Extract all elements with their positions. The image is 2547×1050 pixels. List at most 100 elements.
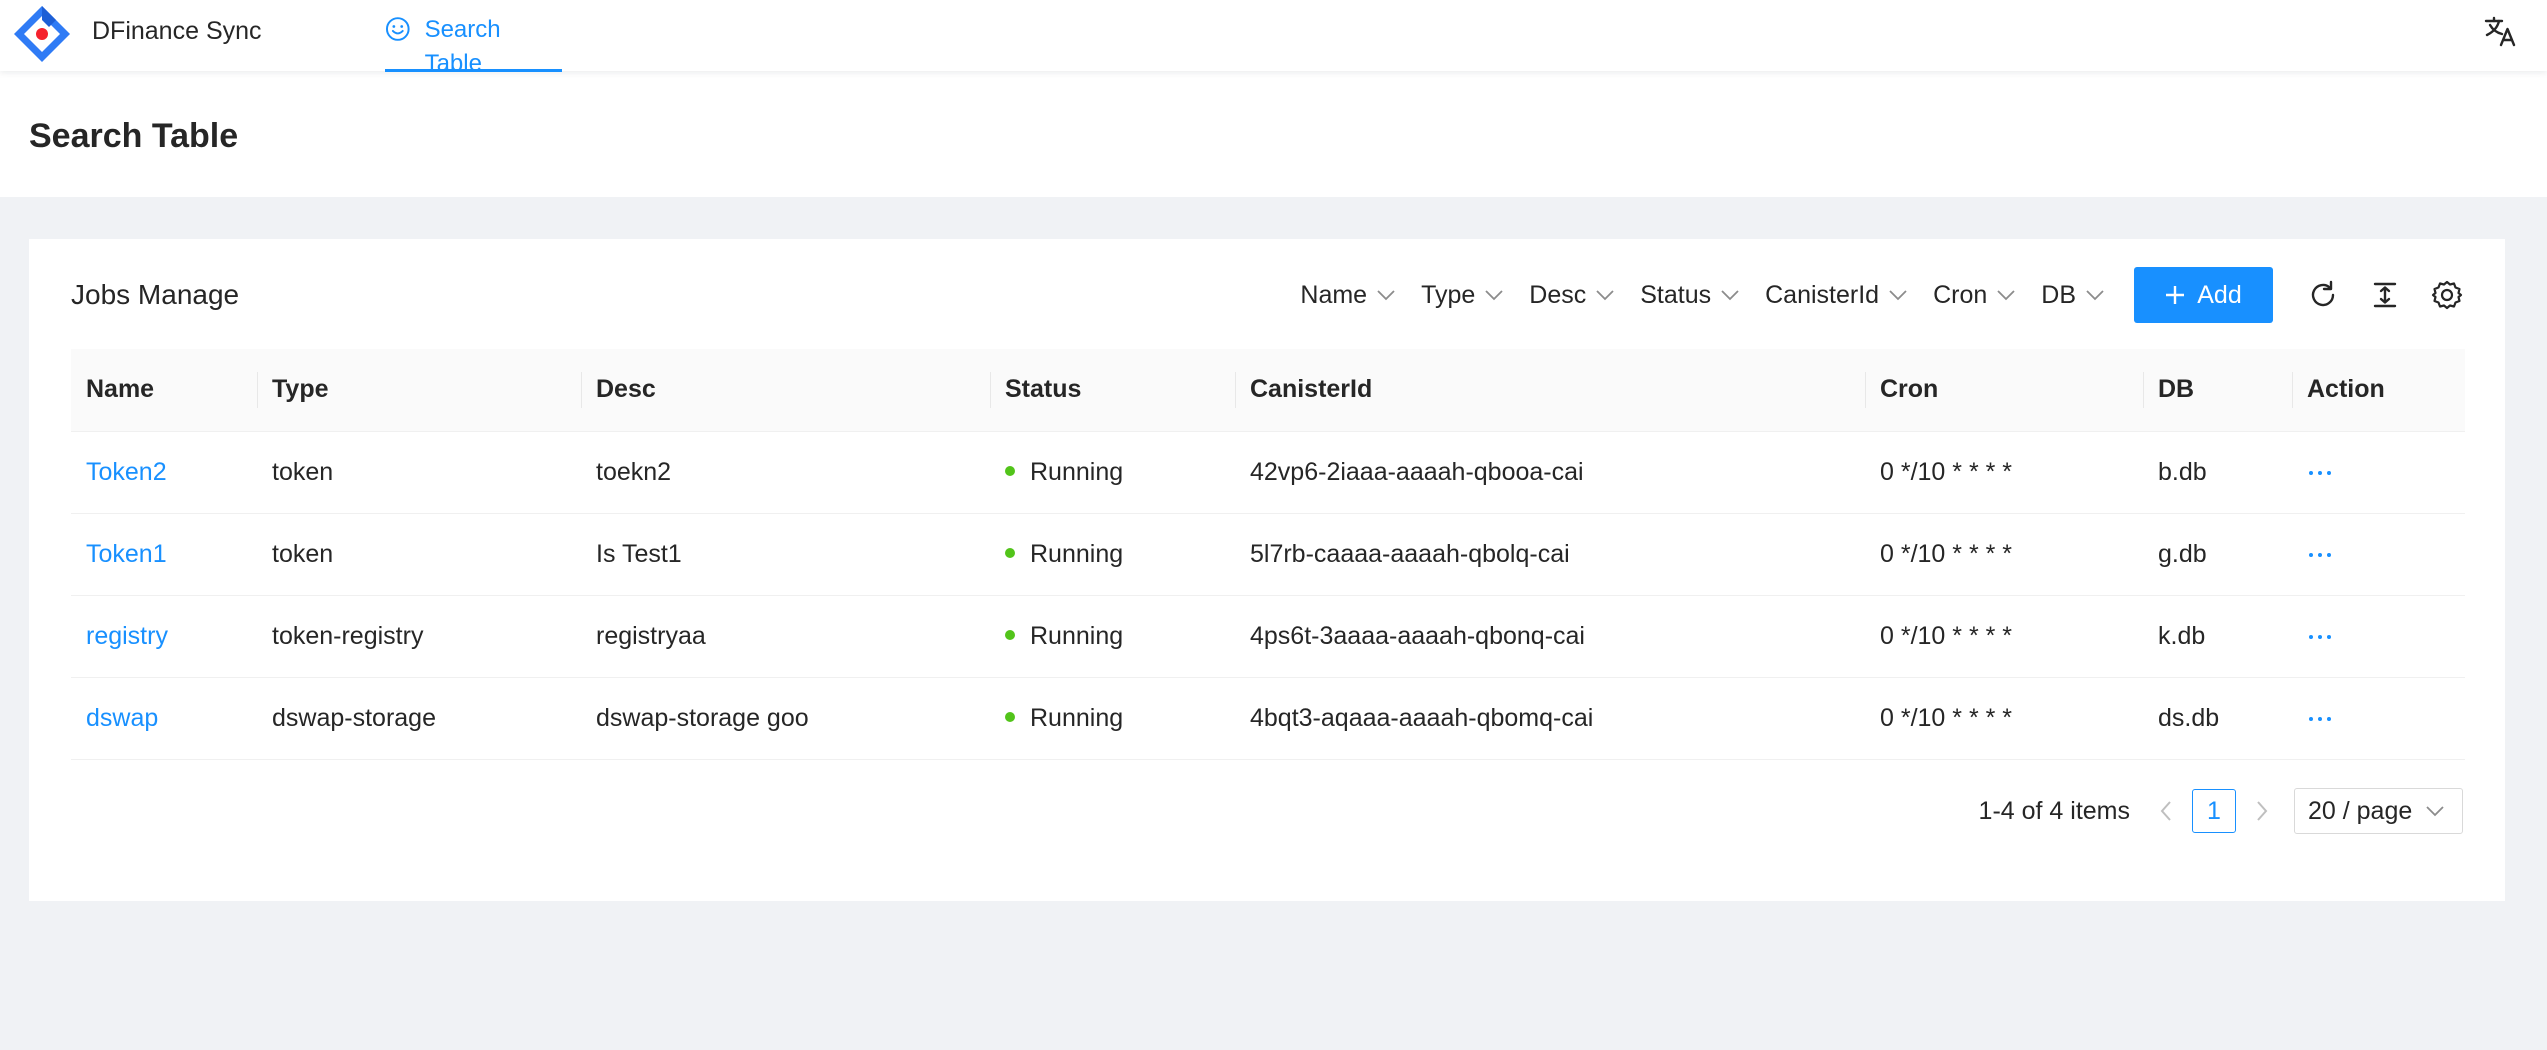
filter-desc[interactable]: Desc — [1529, 281, 1614, 310]
status-text: Running — [1030, 539, 1124, 568]
status-dot — [1005, 630, 1015, 641]
tab-search-table[interactable]: Search Table — [385, 0, 562, 77]
filter-name[interactable]: Name — [1300, 281, 1395, 310]
job-type: token — [257, 513, 581, 596]
card-title: Jobs Manage — [71, 279, 240, 310]
filter-cron[interactable]: Cron — [1933, 281, 2015, 310]
job-name-link[interactable]: registry — [71, 595, 257, 678]
filter-label: CanisterId — [1765, 280, 1880, 309]
add-button-label: Add — [2197, 280, 2242, 309]
page-title: Search Table — [29, 117, 239, 155]
chevron-down-icon — [1485, 290, 1503, 301]
job-db: ds.db — [2143, 677, 2292, 760]
chevron-down-icon — [1596, 290, 1614, 301]
job-cron: 0 */10 * * * * — [1865, 595, 2143, 678]
status-dot — [1005, 466, 1015, 477]
table-header-row: Name Type Desc Status CanisterId Cron DB… — [71, 349, 2465, 432]
smile-icon — [385, 17, 410, 41]
job-status: Running — [990, 431, 1235, 514]
job-type: dswap-storage — [257, 677, 581, 760]
filter-label: Desc — [1529, 280, 1587, 309]
column-header-desc[interactable]: Desc — [581, 349, 990, 432]
column-header-db[interactable]: DB — [2143, 349, 2292, 432]
jobs-card: Jobs Manage Name Type Desc Status Canist… — [29, 239, 2505, 901]
table-row: Token1 token Is Test1 Running 5l7rb-caaa… — [71, 513, 2465, 596]
pagination-total: 1-4 of 4 items — [1978, 796, 2130, 825]
tab-label: Search Table — [424, 16, 501, 77]
job-desc: registryaa — [581, 595, 990, 678]
app-title: DFinance Sync — [92, 17, 262, 45]
more-ellipsis-icon[interactable] — [2307, 469, 2333, 477]
chevron-down-icon — [1721, 290, 1739, 301]
filter-label: Cron — [1933, 280, 1988, 309]
column-header-status[interactable]: Status — [990, 349, 1235, 432]
job-cron: 0 */10 * * * * — [1865, 513, 2143, 596]
status-text: Running — [1030, 457, 1124, 486]
column-header-type[interactable]: Type — [257, 349, 581, 432]
table-toolbar: Name Type Desc Status CanisterId Cron DB — [1300, 267, 2463, 323]
more-ellipsis-icon[interactable] — [2307, 633, 2333, 641]
job-action — [2292, 513, 2465, 596]
column-height-icon[interactable] — [2369, 279, 2401, 311]
page-number-button[interactable]: 1 — [2192, 789, 2236, 833]
filter-label: Type — [1421, 280, 1476, 309]
job-action — [2292, 431, 2465, 514]
table-row: registry token-registry registryaa Runni… — [71, 595, 2465, 678]
filter-label: Status — [1640, 280, 1712, 309]
filter-status[interactable]: Status — [1640, 281, 1739, 310]
job-cron: 0 */10 * * * * — [1865, 431, 2143, 514]
more-ellipsis-icon[interactable] — [2307, 551, 2333, 559]
status-dot — [1005, 548, 1015, 559]
chevron-down-icon — [1377, 290, 1395, 301]
column-header-action: Action — [2292, 349, 2465, 432]
job-status: Running — [990, 677, 1235, 760]
job-cron: 0 */10 * * * * — [1865, 677, 2143, 760]
column-header-cron[interactable]: Cron — [1865, 349, 2143, 432]
chevron-down-icon — [2086, 290, 2104, 301]
job-action — [2292, 595, 2465, 678]
job-db: g.db — [2143, 513, 2292, 596]
table-row: Token2 token toekn2 Running 42vp6-2iaaa-… — [71, 431, 2465, 514]
job-db: k.db — [2143, 595, 2292, 678]
status-text: Running — [1030, 703, 1124, 732]
job-status: Running — [990, 513, 1235, 596]
more-ellipsis-icon[interactable] — [2307, 715, 2333, 723]
translate-icon[interactable] — [2482, 13, 2518, 49]
page-size-value: 20 / page — [2308, 796, 2413, 825]
column-header-name[interactable]: Name — [71, 349, 257, 432]
job-status: Running — [990, 595, 1235, 678]
job-name-link[interactable]: dswap — [71, 677, 257, 760]
job-action — [2292, 677, 2465, 760]
chevron-down-icon — [1997, 290, 2015, 301]
page-size-select[interactable]: 20 / page — [2294, 788, 2463, 834]
filter-type[interactable]: Type — [1421, 281, 1503, 310]
prev-page-icon[interactable] — [2158, 800, 2174, 822]
app-logo[interactable] — [11, 3, 73, 65]
page-header: Search Table — [0, 71, 2547, 197]
plus-icon — [2166, 286, 2185, 304]
job-name-link[interactable]: Token2 — [71, 431, 257, 514]
job-canisterid: 4ps6t-3aaaa-aaaah-qbonq-cai — [1235, 595, 1865, 678]
job-db: b.db — [2143, 431, 2292, 514]
setting-icon[interactable] — [2431, 279, 2463, 311]
job-name-link[interactable]: Token1 — [71, 513, 257, 596]
next-page-icon[interactable] — [2254, 800, 2270, 822]
jobs-table: Name Type Desc Status CanisterId Cron DB… — [71, 349, 2465, 760]
filter-label: DB — [2041, 280, 2076, 309]
status-text: Running — [1030, 621, 1124, 650]
chevron-down-icon — [2426, 806, 2444, 817]
job-desc: dswap-storage goo — [581, 677, 990, 760]
pagination: 1-4 of 4 items 1 20 / page — [1979, 788, 2463, 834]
reload-icon[interactable] — [2307, 279, 2339, 311]
filter-canisterid[interactable]: CanisterId — [1765, 281, 1907, 310]
job-desc: toekn2 — [581, 431, 990, 514]
job-canisterid: 42vp6-2iaaa-aaaah-qbooa-cai — [1235, 431, 1865, 514]
chevron-down-icon — [1889, 290, 1907, 301]
job-type: token — [257, 431, 581, 514]
filter-db[interactable]: DB — [2041, 281, 2104, 310]
top-header: DFinance Sync Search Table — [0, 0, 2547, 77]
job-desc: Is Test1 — [581, 513, 990, 596]
job-canisterid: 5l7rb-caaaa-aaaah-qbolq-cai — [1235, 513, 1865, 596]
add-button[interactable]: Add — [2134, 267, 2273, 323]
column-header-canisterid[interactable]: CanisterId — [1235, 349, 1865, 432]
